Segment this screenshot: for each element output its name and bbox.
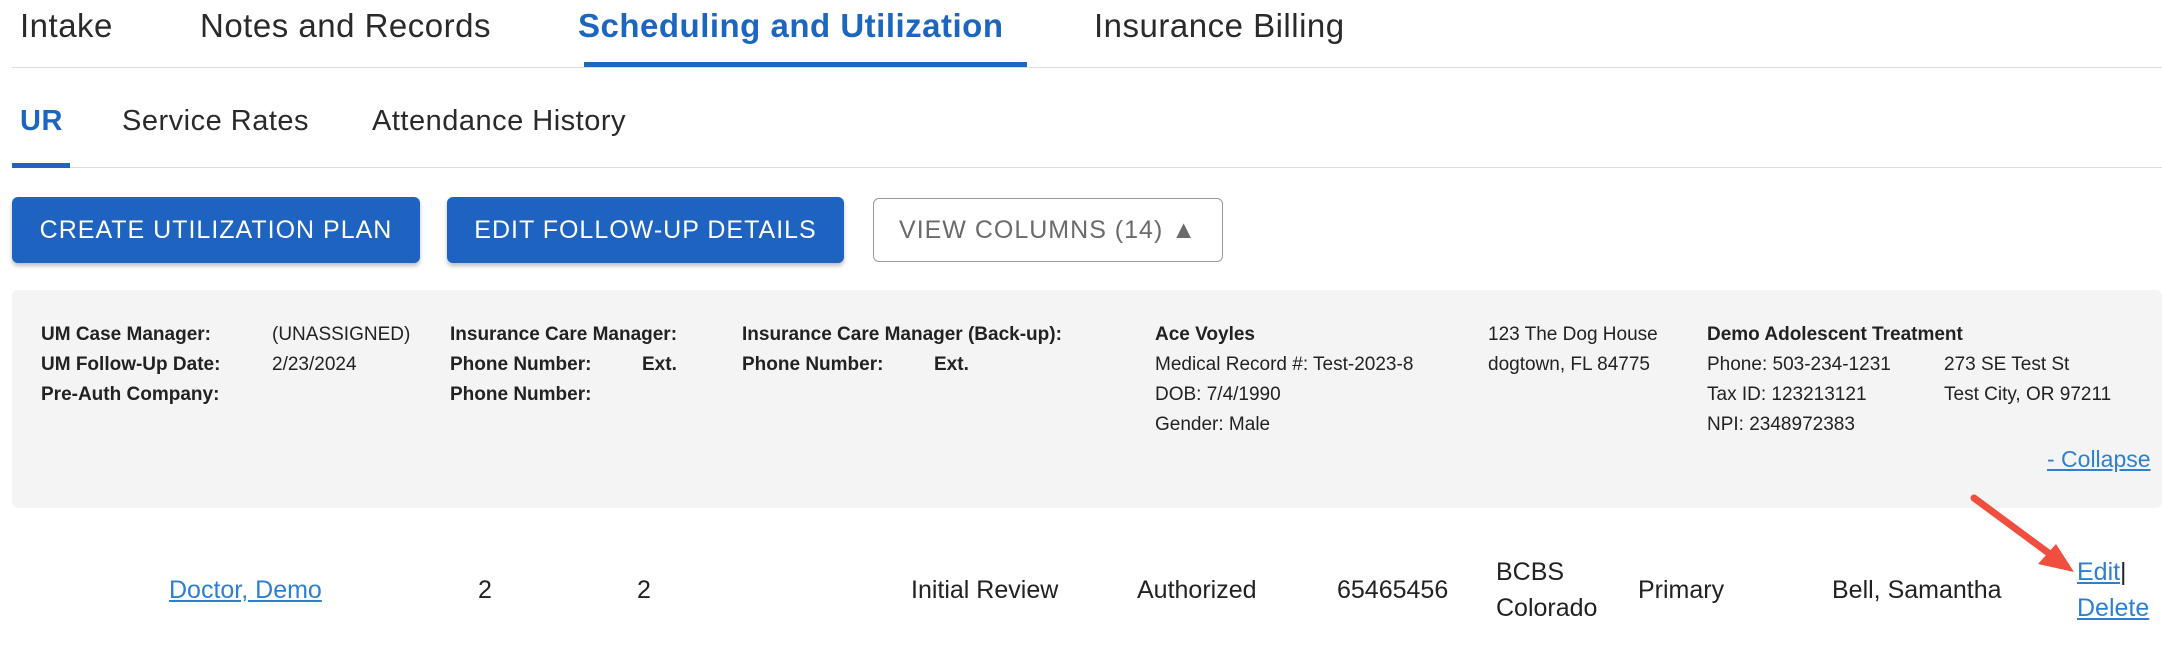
active-tab-indicator	[584, 62, 1027, 67]
authorization-number: 65465456	[1337, 576, 1449, 604]
tab-scheduling-and-utilization[interactable]: Scheduling and Utilization	[578, 0, 1004, 68]
icm-phone-label: Phone Number:	[450, 354, 592, 375]
collapse-link[interactable]: - Collapse	[2047, 446, 2151, 473]
tab-ur[interactable]: UR	[20, 105, 63, 138]
icm-ext-label: Ext.	[642, 354, 677, 375]
tab-intake[interactable]: Intake	[20, 0, 113, 68]
patient-address-line1: 123 The Dog House	[1488, 324, 1658, 345]
authorization-status: Authorized	[1137, 576, 1257, 604]
facility-address-line2: Test City, OR 97211	[1944, 384, 2112, 405]
patient-mrn: Medical Record #: Test-2023-8	[1155, 354, 1414, 375]
icm-phone2-label: Phone Number:	[450, 384, 592, 405]
row-cell-count-2: 2	[637, 576, 651, 604]
main-tab-bar: Intake Notes and Records Scheduling and …	[12, 0, 2162, 68]
um-followup-date-value: 2/23/2024	[272, 354, 357, 375]
icm-backup-ext-label: Ext.	[934, 354, 969, 375]
insurance-care-manager-label: Insurance Care Manager:	[450, 324, 678, 345]
patient-address-line2: dogtown, FL 84775	[1488, 354, 1650, 375]
um-followup-date-label: UM Follow-Up Date:	[41, 354, 221, 375]
reviewer-name: Bell, Samantha	[1832, 576, 2002, 604]
view-columns-button[interactable]: VIEW COLUMNS (14) ▲	[873, 198, 1223, 262]
um-case-manager-value: (UNASSIGNED)	[272, 324, 411, 345]
um-case-manager-label: UM Case Manager:	[41, 324, 211, 345]
row-cell-count-1: 2	[478, 576, 492, 604]
tab-insurance-billing[interactable]: Insurance Billing	[1094, 0, 1345, 68]
edit-link[interactable]: Edit	[2077, 558, 2120, 587]
facility-address-line1: 273 SE Test St	[1944, 354, 2070, 375]
sub-tab-bar: UR Service Rates Attendance History	[12, 95, 2162, 168]
edit-follow-up-details-button[interactable]: EDIT FOLLOW-UP DETAILS	[447, 197, 844, 263]
facility-npi: NPI: 2348972383	[1707, 414, 1855, 435]
facility-phone: Phone: 503-234-1231	[1707, 354, 1891, 375]
tab-attendance-history[interactable]: Attendance History	[372, 105, 626, 138]
create-utilization-plan-button[interactable]: CREATE UTILIZATION PLAN	[12, 197, 420, 263]
review-type: Initial Review	[911, 576, 1059, 604]
preauth-company-label: Pre-Auth Company:	[41, 384, 220, 405]
active-subtab-indicator	[12, 163, 70, 168]
patient-dob: DOB: 7/4/1990	[1155, 384, 1281, 405]
payer-line1: BCBS	[1496, 558, 1565, 586]
facility-tax-id: Tax ID: 123213121	[1707, 384, 1867, 405]
delete-link[interactable]: Delete	[2077, 594, 2149, 623]
payer-line2: Colorado	[1496, 594, 1598, 622]
patient-name: Ace Voyles	[1155, 324, 1255, 345]
tab-service-rates[interactable]: Service Rates	[122, 105, 309, 138]
annotation-arrow-icon	[1970, 494, 2074, 572]
patient-gender: Gender: Male	[1155, 414, 1271, 435]
payer-priority: Primary	[1638, 576, 1725, 604]
icm-backup-phone-label: Phone Number:	[742, 354, 884, 375]
provider-link[interactable]: Doctor, Demo	[169, 576, 322, 605]
action-separator: |	[2120, 558, 2127, 586]
facility-name: Demo Adolescent Treatment	[1707, 324, 1963, 345]
icm-backup-label: Insurance Care Manager (Back-up):	[742, 324, 1062, 345]
tab-notes-and-records[interactable]: Notes and Records	[200, 0, 491, 68]
